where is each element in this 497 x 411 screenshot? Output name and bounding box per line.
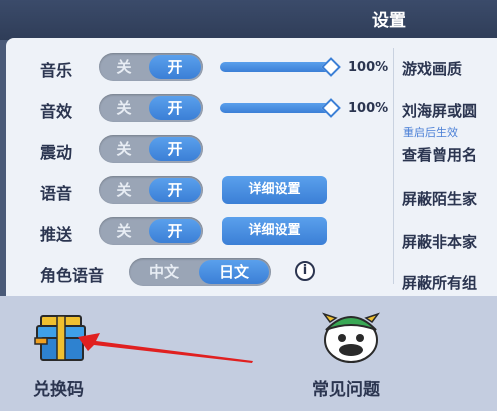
music-volume-value: 100%: [348, 60, 389, 75]
sfx-volume-slider[interactable]: [220, 103, 332, 113]
voice-lang-japanese[interactable]: 日文: [199, 260, 269, 284]
faq-label[interactable]: 常见问题: [312, 375, 380, 400]
sfx-label: 音效: [40, 102, 73, 121]
push-label: 推送: [40, 225, 73, 244]
block-all-groups-label[interactable]: 屏蔽所有组: [402, 272, 477, 292]
vibration-toggle-on[interactable]: 开: [149, 137, 201, 161]
notch-screen-label[interactable]: 刘海屏或圆: [402, 100, 477, 121]
top-bar: [0, 0, 497, 40]
music-toggle[interactable]: 关 开: [99, 53, 203, 81]
restart-note: 重启后生效: [403, 126, 458, 139]
redeem-code-label[interactable]: 兑换码: [33, 375, 84, 400]
push-toggle-off[interactable]: 关: [99, 217, 149, 245]
block-non-family-label[interactable]: 屏蔽非本家: [402, 231, 477, 252]
red-pointer-arrow: [78, 333, 253, 363]
sfx-volume-value: 100%: [348, 101, 389, 116]
info-icon[interactable]: i: [295, 261, 315, 281]
music-toggle-on[interactable]: 开: [149, 55, 201, 79]
push-detail-button[interactable]: 详细设置: [222, 217, 327, 245]
voice-toggle-on[interactable]: 开: [149, 178, 201, 202]
page-title: 设置: [372, 11, 406, 31]
vibration-label: 震动: [40, 143, 73, 162]
push-toggle[interactable]: 关 开: [99, 217, 203, 245]
vibration-toggle[interactable]: 关 开: [99, 135, 203, 163]
music-label: 音乐: [40, 61, 73, 80]
block-strangers-label[interactable]: 屏蔽陌生家: [402, 188, 477, 209]
former-names-label[interactable]: 查看曾用名: [402, 144, 477, 165]
voice-toggle[interactable]: 关 开: [99, 176, 203, 204]
voice-detail-button[interactable]: 详细设置: [222, 176, 327, 204]
sfx-toggle[interactable]: 关 开: [99, 94, 203, 122]
music-volume-slider[interactable]: [220, 62, 332, 72]
mascot-icon[interactable]: [320, 308, 382, 366]
voice-lang-chinese[interactable]: 中文: [129, 258, 199, 286]
music-toggle-off[interactable]: 关: [99, 53, 149, 81]
voice-lang-label: 角色语音: [40, 266, 105, 285]
graphics-quality-label[interactable]: 游戏画质: [402, 58, 462, 79]
sfx-toggle-off[interactable]: 关: [99, 94, 149, 122]
push-toggle-on[interactable]: 开: [149, 219, 201, 243]
column-divider: [393, 48, 394, 284]
voice-lang-toggle[interactable]: 中文 日文: [129, 258, 271, 286]
sfx-toggle-on[interactable]: 开: [149, 96, 201, 120]
voice-toggle-off[interactable]: 关: [99, 176, 149, 204]
voice-label: 语音: [40, 184, 73, 203]
vibration-toggle-off[interactable]: 关: [99, 135, 149, 163]
